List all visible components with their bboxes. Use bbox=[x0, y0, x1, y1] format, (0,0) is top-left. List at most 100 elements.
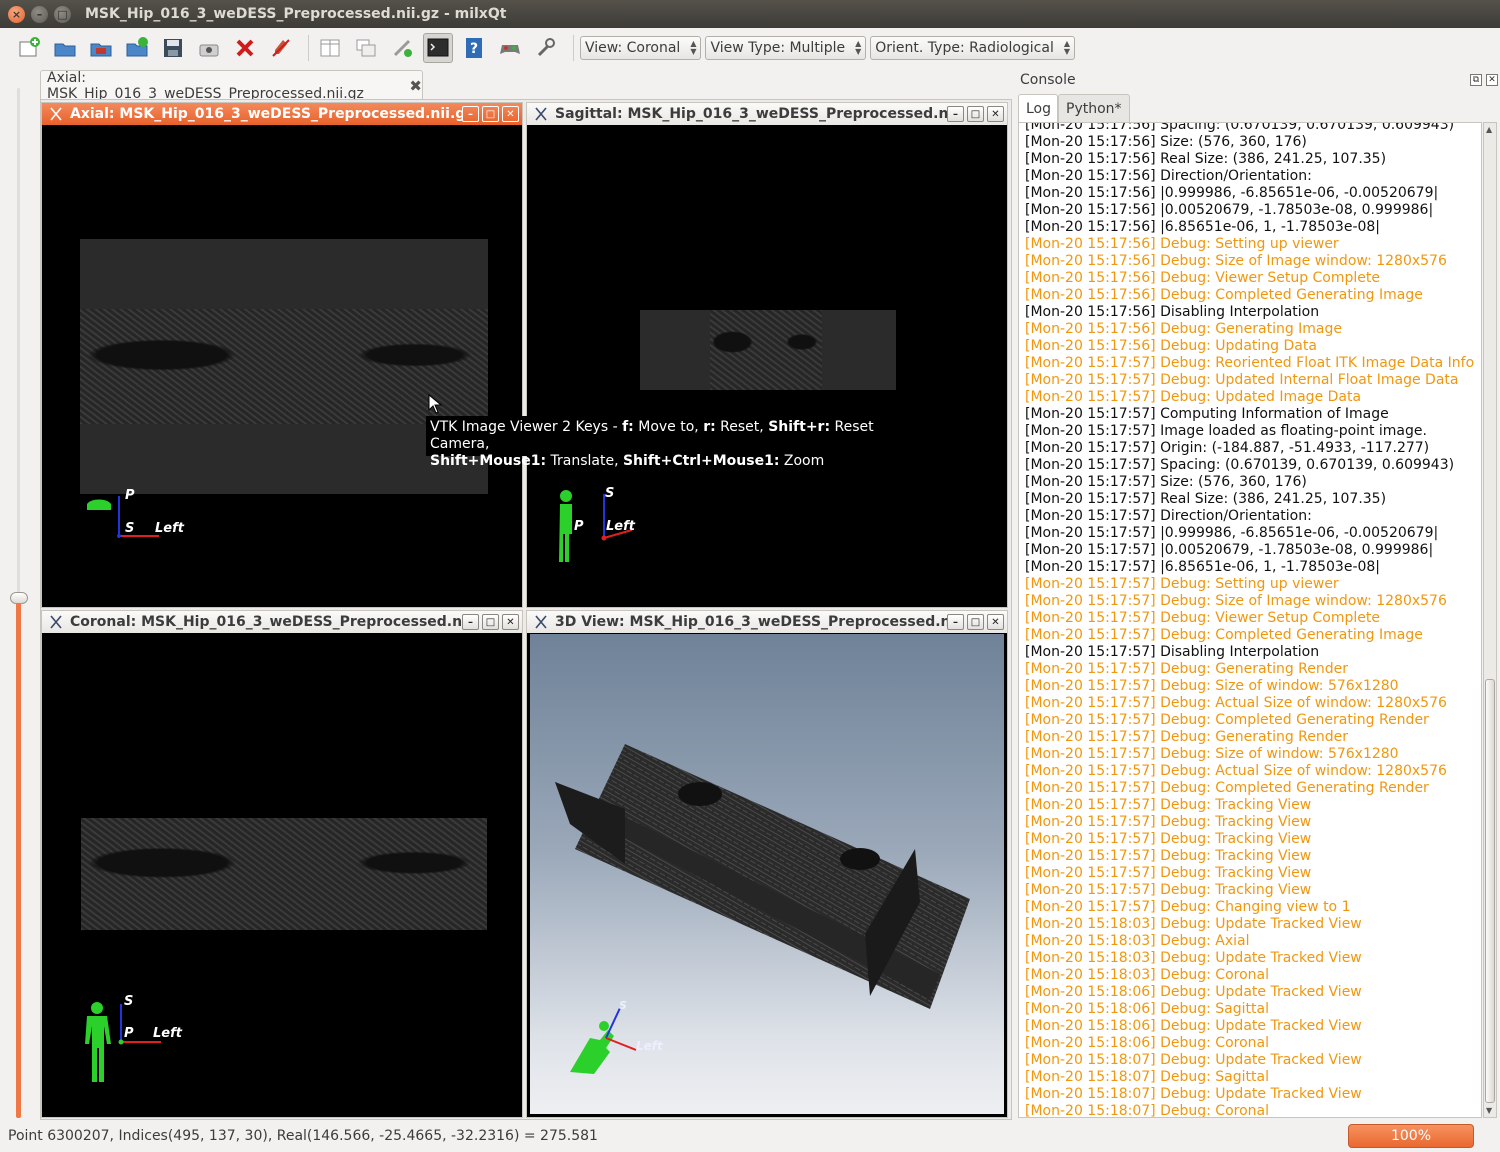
view3d-titlebar[interactable]: 3D View: MSK_Hip_016_3_weDESS_Preprocess… bbox=[527, 611, 1007, 633]
log-line: [Mon-20 15:18:07] Debug: Update Tracked … bbox=[1025, 1086, 1362, 1102]
axial-viewport[interactable]: P S Left bbox=[45, 126, 519, 604]
log-line: [Mon-20 15:18:03] Debug: Coronal bbox=[1025, 967, 1269, 983]
log-line: [Mon-20 15:17:56] Debug: Viewer Setup Co… bbox=[1025, 270, 1381, 286]
log-line: [Mon-20 15:17:56] Disabling Interpolatio… bbox=[1025, 304, 1320, 320]
window-title: MSK_Hip_016_3_weDESS_Preprocessed.nii.gz… bbox=[85, 6, 507, 22]
console-icon[interactable] bbox=[423, 33, 453, 63]
status-bar: Point 6300207, Indices(495, 137, 30), Re… bbox=[0, 1122, 1500, 1152]
scrollbar-thumb[interactable] bbox=[1485, 679, 1495, 1103]
app-x-icon bbox=[527, 615, 555, 629]
tooltip-text: Zoom bbox=[779, 453, 825, 469]
view3d-viewport[interactable]: S Left bbox=[530, 634, 1004, 1114]
log-line: [Mon-20 15:17:57] Debug: Generating Rend… bbox=[1025, 661, 1349, 677]
log-line: [Mon-20 15:17:57] Debug: Tracking View bbox=[1025, 865, 1312, 881]
log-line: [Mon-20 15:17:57] Debug: Tracking View bbox=[1025, 831, 1312, 847]
log-line: [Mon-20 15:18:03] Debug: Update Tracked … bbox=[1025, 950, 1362, 966]
view-type-combo[interactable]: View Type: Multiple ▲ ▼ bbox=[705, 36, 867, 60]
window-maximize-button[interactable]: □ bbox=[54, 5, 71, 23]
coronal-viewport[interactable]: S P Left bbox=[45, 634, 519, 1114]
slider-handle[interactable] bbox=[10, 592, 28, 604]
close-button[interactable]: ✕ bbox=[502, 106, 519, 122]
log-line: [Mon-20 15:18:06] Debug: Sagittal bbox=[1025, 1001, 1269, 1017]
window-minimize-button[interactable]: – bbox=[31, 5, 48, 23]
orient-type-combo[interactable]: Orient. Type: Radiological ▲ ▼ bbox=[870, 36, 1076, 60]
log-output[interactable]: [Mon-20 15:17:56] Spacing: (0.670139, 0.… bbox=[1018, 122, 1482, 1118]
log-line: [Mon-20 15:17:57] Debug: Viewer Setup Co… bbox=[1025, 610, 1381, 626]
maximize-button[interactable]: □ bbox=[482, 614, 499, 630]
axis-up-label: P bbox=[125, 488, 135, 503]
help-icon[interactable]: ? bbox=[459, 33, 489, 63]
coronal-title: Coronal: MSK_Hip_016_3_weDESS_Preprocess… bbox=[70, 614, 462, 630]
coronal-titlebar[interactable]: Coronal: MSK_Hip_016_3_weDESS_Preprocess… bbox=[42, 611, 522, 633]
close-button[interactable]: ✕ bbox=[502, 614, 519, 630]
minimize-button[interactable]: – bbox=[947, 106, 964, 122]
tab-python[interactable]: Python* bbox=[1058, 94, 1130, 123]
tab-log-label: Log bbox=[1026, 101, 1052, 117]
minimize-button[interactable]: – bbox=[462, 614, 479, 630]
tab-axial[interactable]: Axial: MSK_Hip_016_3_weDESS_Preprocessed… bbox=[40, 70, 423, 102]
clear-icon[interactable] bbox=[266, 33, 296, 63]
svg-text:?: ? bbox=[470, 41, 478, 57]
progress-bar: 100% bbox=[1348, 1124, 1474, 1148]
coronal-subwindow[interactable]: Coronal: MSK_Hip_016_3_weDESS_Preprocess… bbox=[41, 610, 523, 1118]
log-line: [Mon-20 15:17:56] Size: (576, 360, 176) bbox=[1025, 134, 1307, 150]
dock-buttons: ⧉ ✕ bbox=[1466, 74, 1498, 86]
tab-close-icon[interactable]: ✖ bbox=[409, 77, 422, 95]
link-icon[interactable] bbox=[387, 33, 417, 63]
maximize-button[interactable]: □ bbox=[482, 106, 499, 122]
app-x-icon bbox=[42, 615, 70, 629]
app-x-icon bbox=[42, 107, 70, 121]
close-icon[interactable] bbox=[230, 33, 260, 63]
slice-slider[interactable] bbox=[8, 80, 28, 1120]
add-icon[interactable] bbox=[122, 33, 152, 63]
minimize-button[interactable]: – bbox=[462, 106, 479, 122]
sagittal-viewport[interactable]: S P Left bbox=[530, 126, 1004, 604]
tooltip-prefix: VTK Image Viewer 2 Keys - bbox=[430, 419, 623, 435]
maximize-button[interactable]: □ bbox=[967, 614, 984, 630]
new-icon[interactable] bbox=[14, 33, 44, 63]
log-line: [Mon-20 15:17:57] Direction/Orientation: bbox=[1025, 508, 1312, 524]
log-line: [Mon-20 15:17:57] Debug: Size of window:… bbox=[1025, 746, 1399, 762]
screenshot-icon[interactable] bbox=[194, 33, 224, 63]
gamepad-icon[interactable] bbox=[495, 33, 525, 63]
axial-title: Axial: MSK_Hip_016_3_weDESS_Preprocessed… bbox=[70, 106, 462, 122]
slider-track bbox=[17, 88, 20, 598]
log-scrollbar[interactable]: ▲ ▼ bbox=[1483, 122, 1497, 1118]
close-dock-icon[interactable]: ✕ bbox=[1486, 74, 1498, 86]
log-line: [Mon-20 15:18:06] Debug: Update Tracked … bbox=[1025, 984, 1362, 1000]
minimize-button[interactable]: – bbox=[947, 614, 964, 630]
log-line: [Mon-20 15:17:57] |0.00520679, -1.78503e… bbox=[1025, 542, 1434, 558]
sagittal-titlebar[interactable]: Sagittal: MSK_Hip_016_3_weDESS_Preproces… bbox=[527, 103, 1007, 125]
log-line: [Mon-20 15:17:57] Debug: Generating Rend… bbox=[1025, 729, 1349, 745]
log-line: [Mon-20 15:17:56] Debug: Size of Image w… bbox=[1025, 253, 1447, 269]
window-close-button[interactable]: × bbox=[8, 5, 25, 23]
cascade-icon[interactable] bbox=[351, 33, 381, 63]
save-icon[interactable] bbox=[158, 33, 188, 63]
close-button[interactable]: ✕ bbox=[987, 106, 1004, 122]
axial-titlebar[interactable]: Axial: MSK_Hip_016_3_weDESS_Preprocessed… bbox=[42, 103, 522, 125]
tile-icon[interactable] bbox=[315, 33, 345, 63]
log-line: [Mon-20 15:17:56] Real Size: (386, 241.2… bbox=[1025, 151, 1387, 167]
log-line: [Mon-20 15:17:56] Debug: Updating Data bbox=[1025, 338, 1317, 354]
close-button[interactable]: ✕ bbox=[987, 614, 1004, 630]
view3d-subwindow[interactable]: 3D View: MSK_Hip_016_3_weDESS_Preprocess… bbox=[526, 610, 1008, 1118]
float-dock-icon[interactable]: ⧉ bbox=[1470, 74, 1482, 86]
maximize-button[interactable]: □ bbox=[967, 106, 984, 122]
log-line: [Mon-20 15:17:57] Debug: Tracking View bbox=[1025, 797, 1312, 813]
axial-subwindow[interactable]: Axial: MSK_Hip_016_3_weDESS_Preprocessed… bbox=[41, 102, 523, 608]
settings-icon[interactable] bbox=[531, 33, 561, 63]
tab-python-label: Python* bbox=[1066, 101, 1122, 117]
open-icon[interactable] bbox=[50, 33, 80, 63]
scroll-up-icon[interactable]: ▲ bbox=[1486, 125, 1492, 134]
log-line: [Mon-20 15:18:03] Debug: Axial bbox=[1025, 933, 1250, 949]
scroll-down-icon[interactable]: ▼ bbox=[1486, 1106, 1492, 1115]
log-line: [Mon-20 15:17:57] Debug: Completed Gener… bbox=[1025, 780, 1429, 796]
log-line: [Mon-20 15:18:07] Debug: Update Tracked … bbox=[1025, 1052, 1362, 1068]
console-title: Console bbox=[1020, 72, 1076, 88]
sagittal-subwindow[interactable]: Sagittal: MSK_Hip_016_3_weDESS_Preproces… bbox=[526, 102, 1008, 608]
log-line: [Mon-20 15:17:57] Origin: (-184.887, -51… bbox=[1025, 440, 1430, 456]
tab-log[interactable]: Log bbox=[1018, 94, 1058, 123]
view-combo[interactable]: View: Coronal ▲ ▼ bbox=[580, 36, 702, 60]
view-type-combo-label: View Type: Multiple bbox=[710, 40, 846, 56]
open-series-icon[interactable] bbox=[86, 33, 116, 63]
